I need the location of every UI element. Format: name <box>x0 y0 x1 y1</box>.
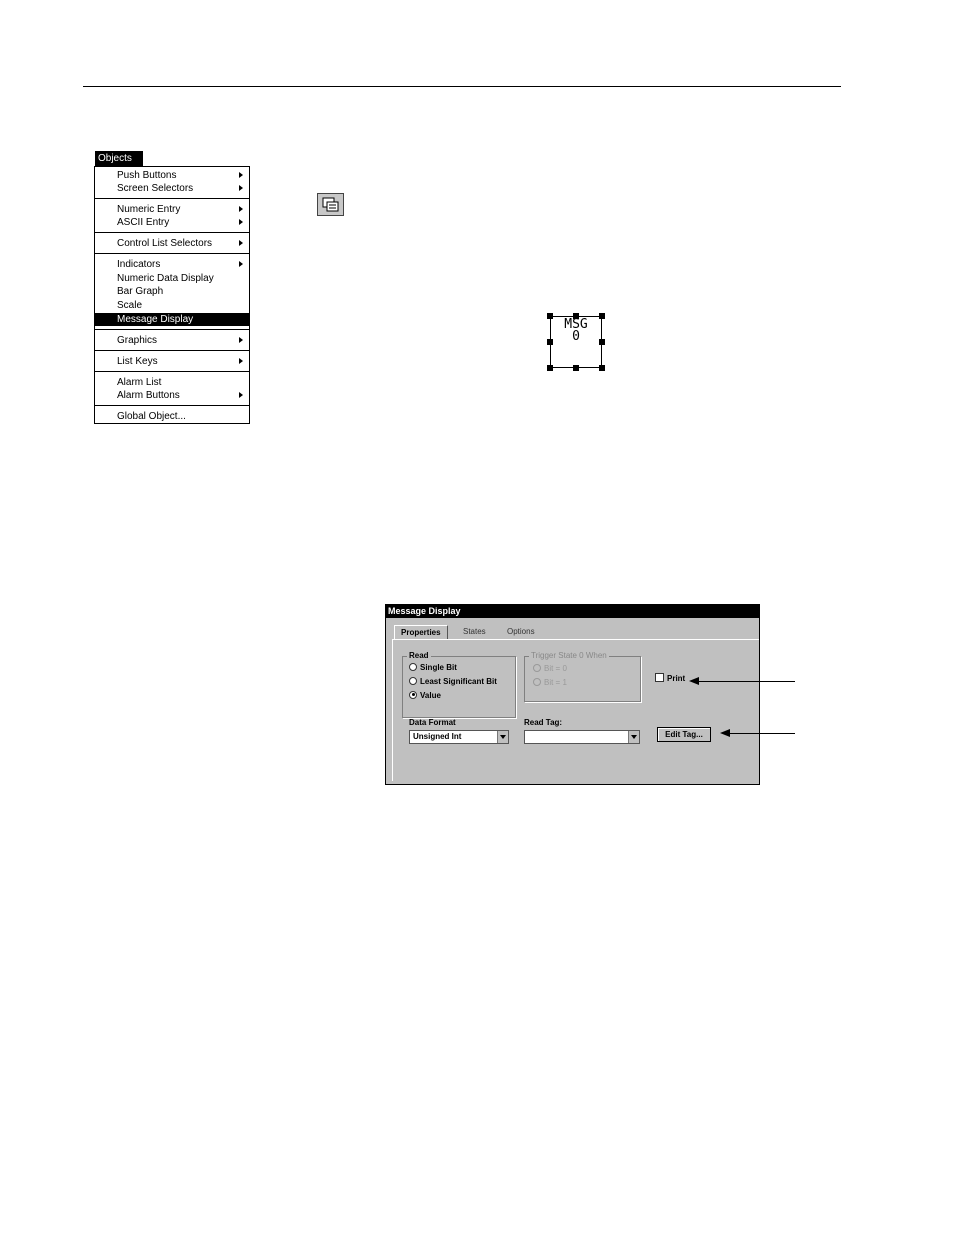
menu-separator <box>95 405 249 406</box>
submenu-arrow-icon <box>239 185 243 191</box>
menu-item-alarm-buttons[interactable]: Alarm Buttons <box>95 389 249 402</box>
selection-handle[interactable] <box>599 339 605 345</box>
trigger-state-group-label: Trigger State 0 When <box>529 651 609 660</box>
selection-handle[interactable] <box>573 365 579 371</box>
selection-handle[interactable] <box>573 313 579 319</box>
selection-handle[interactable] <box>599 365 605 371</box>
menu-item-graphics[interactable]: Graphics <box>95 334 249 347</box>
edit-tag-button[interactable]: Edit Tag... <box>657 727 711 742</box>
message-display-tool-icon[interactable] <box>317 193 344 216</box>
menu-separator <box>95 198 249 199</box>
menu-separator <box>95 371 249 372</box>
radio-button-icon <box>533 663 541 672</box>
menu-item-numeric-entry[interactable]: Numeric Entry <box>95 203 249 216</box>
read-group: Read Single Bit Least Significant Bit Va… <box>402 651 516 718</box>
arrow-left-icon <box>720 729 730 737</box>
radio-button-icon <box>533 677 541 686</box>
submenu-arrow-icon <box>239 219 243 225</box>
submenu-arrow-icon <box>239 240 243 246</box>
message-display-object[interactable]: MSG 0 <box>550 316 602 368</box>
selection-handle[interactable] <box>547 313 553 319</box>
print-callout-line <box>696 681 795 682</box>
menu-item-bar-graph[interactable]: Bar Graph <box>95 285 249 298</box>
trigger-state-group: Trigger State 0 When Bit = 0 Bit = 1 <box>524 651 641 702</box>
menu-item-scale[interactable]: Scale <box>95 299 249 312</box>
radio-single-bit[interactable]: Single Bit <box>409 662 457 673</box>
menu-separator <box>95 253 249 254</box>
submenu-arrow-icon <box>239 261 243 267</box>
radio-button-icon <box>409 676 417 685</box>
dropdown-arrow-icon[interactable] <box>628 731 639 743</box>
radio-bit-1[interactable]: Bit = 1 <box>533 677 567 688</box>
menu-item-numeric-data-display[interactable]: Numeric Data Display <box>95 272 249 285</box>
menu-item-message-display[interactable]: Message Display <box>95 313 249 326</box>
menu-item-indicators[interactable]: Indicators <box>95 258 249 271</box>
read-tag-label: Read Tag: <box>524 718 563 727</box>
tab-states[interactable]: States <box>457 625 492 639</box>
menu-item-list-keys[interactable]: List Keys <box>95 355 249 368</box>
menu-item-ascii-entry[interactable]: ASCII Entry <box>95 216 249 229</box>
read-group-label: Read <box>407 651 431 660</box>
tab-options[interactable]: Options <box>501 625 541 639</box>
selection-handle[interactable] <box>547 339 553 345</box>
selection-handle[interactable] <box>547 365 553 371</box>
radio-bit-0[interactable]: Bit = 0 <box>533 663 567 674</box>
properties-panel: Read Single Bit Least Significant Bit Va… <box>392 639 759 781</box>
message-display-tool-glyph <box>322 197 339 212</box>
dropdown-arrow-icon[interactable] <box>497 731 508 743</box>
dialog-title: Message Display <box>386 605 759 618</box>
read-tag-select[interactable] <box>524 730 640 744</box>
menu-item-control-list-selectors[interactable]: Control List Selectors <box>95 237 249 250</box>
objects-menu-title[interactable]: Objects <box>95 151 143 166</box>
data-format-label: Data Format <box>409 718 456 727</box>
menu-separator <box>95 329 249 330</box>
checkbox-icon <box>655 673 664 683</box>
message-display-object-text: MSG 0 <box>564 317 588 344</box>
tab-properties[interactable]: Properties <box>394 625 448 640</box>
menu-item-global-object[interactable]: Global Object... <box>95 410 249 423</box>
message-display-dialog: Message Display Properties States Option… <box>385 604 760 785</box>
submenu-arrow-icon <box>239 172 243 178</box>
submenu-arrow-icon <box>239 337 243 343</box>
submenu-arrow-icon <box>239 358 243 364</box>
radio-button-icon <box>409 662 417 671</box>
menu-separator <box>95 232 249 233</box>
selection-handle[interactable] <box>599 313 605 319</box>
print-checkbox[interactable]: Print <box>655 673 685 683</box>
menu-item-screen-selectors[interactable]: Screen Selectors <box>95 182 249 195</box>
arrow-left-icon <box>689 677 699 685</box>
data-format-select[interactable]: Unsigned Int <box>409 730 509 744</box>
menu-item-push-buttons[interactable]: Push Buttons <box>95 169 249 182</box>
radio-value[interactable]: Value <box>409 690 441 701</box>
submenu-arrow-icon <box>239 392 243 398</box>
radio-selected-icon <box>409 690 417 699</box>
header-rule <box>83 86 841 87</box>
objects-menu: Push Buttons Screen Selectors Numeric En… <box>94 166 250 424</box>
menu-item-alarm-list[interactable]: Alarm List <box>95 376 249 389</box>
menu-separator <box>95 350 249 351</box>
submenu-arrow-icon <box>239 206 243 212</box>
edit-tag-callout-line <box>729 733 795 734</box>
radio-least-significant-bit[interactable]: Least Significant Bit <box>409 676 497 687</box>
